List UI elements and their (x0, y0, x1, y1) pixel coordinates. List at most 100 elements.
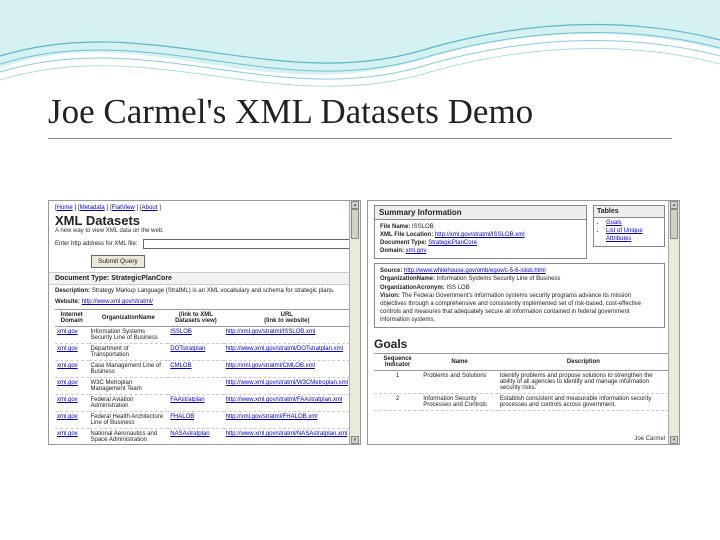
domain-link[interactable]: xml.gov (57, 346, 78, 352)
doc-type-label: Document Type: (380, 240, 427, 246)
table-row: xml.gov Federal Health Architecture Line … (55, 412, 350, 429)
description-label: Description: (55, 288, 90, 294)
name-cell: Information Security Processes and Contr… (421, 394, 498, 411)
url-link[interactable]: http://www.xml.gov/stratml/W3CMetroplan.… (226, 380, 348, 386)
vision-text: The Federal Government's information sys… (380, 293, 641, 323)
source-label: Source: (380, 268, 402, 274)
short-link[interactable]: FAAstratplan (170, 397, 204, 403)
file-loc-label: XML File Location: (380, 232, 433, 238)
seq-cell: 1 (374, 371, 421, 394)
summary-heading: Summary Information (375, 206, 586, 220)
tables-link-attrs[interactable]: List of Unique Attributes (606, 228, 643, 242)
url-link[interactable]: http://www.xml.gov/stratml/NASAstratplan… (226, 431, 348, 437)
seq-cell: 2 (374, 394, 421, 411)
desc-cell: Identify problems and propose solutions … (498, 371, 669, 394)
goals-heading: Goals (368, 331, 679, 353)
tables-box: Tables Goals List of Unique Attributes (593, 205, 665, 247)
scroll-down-icon[interactable]: ▾ (351, 436, 359, 444)
table-row: xml.govInformation Systems Security Line… (55, 327, 350, 344)
scroll-up-icon[interactable]: ▴ (670, 201, 678, 209)
url-link[interactable]: http://xml.gov/stratml/FHALOB.xml (226, 414, 318, 420)
query-label: Enter http address for XML file: (55, 241, 137, 247)
org-cell: Federal Health Architecture Line of Busi… (89, 412, 169, 429)
col-seq: Sequence Indicator (374, 354, 421, 371)
short-link[interactable]: NASAstratplan (170, 431, 209, 437)
org-cell: Case Management Line of Business (89, 361, 169, 378)
scroll-up-icon[interactable]: ▴ (351, 201, 359, 209)
scrollbar-thumb[interactable] (351, 209, 359, 239)
credit-text: Joe Carmel (634, 436, 665, 442)
website-link[interactable]: http://www.xml.gov/stratml/ (82, 299, 153, 305)
org-cell: National Aeronautics and Space Administr… (89, 429, 169, 445)
domain-link[interactable]: xml.gov (57, 431, 78, 437)
table-row: 1Problems and SolutionsIdentify problems… (374, 371, 669, 394)
table-row: xml.gov Case Management Line of BusinessC… (55, 361, 350, 378)
col-url: URL(link to website) (224, 310, 350, 327)
nav-metadata[interactable]: Metadata (80, 205, 105, 211)
website-label: Website: (55, 299, 80, 305)
description-text: Strategy Markup Language (StratML) is an… (92, 288, 335, 294)
doc-type-link[interactable]: StrategicPlanCore (428, 240, 477, 246)
tables-link-goals[interactable]: Goals (606, 220, 622, 226)
xml-datasets-heading: XML Datasets (49, 213, 360, 228)
query-input[interactable] (143, 239, 354, 249)
table-row: xml.gov Federal Aviation AdministrationFA… (55, 395, 350, 412)
table-row: 2Information Security Processes and Cont… (374, 394, 669, 411)
short-link[interactable]: ISSLOB (170, 329, 192, 335)
org-acr: ISS LOB (446, 285, 469, 291)
scrollbar-thumb[interactable] (670, 209, 678, 239)
col-domain: Internet Domain (55, 310, 89, 327)
table-row: xml.gov W3C Metroplan Management Team http… (55, 378, 350, 395)
nav-bar: [Home] [Metadata] [FlatView] [About] (49, 201, 360, 213)
col-desc: Description (498, 354, 669, 371)
nav-about[interactable]: About (142, 205, 158, 211)
col-org: OrganizationName (89, 310, 169, 327)
org-name-label: OrganizationName: (380, 276, 435, 282)
url-link[interactable]: http://xml.gov/stratml/ISSLOB.xml (226, 329, 316, 335)
submit-query-button[interactable]: Submit Query (91, 255, 145, 268)
file-name: ISSLOB (412, 224, 434, 230)
domain-link[interactable]: xml.gov (57, 414, 78, 420)
summary-panel: ▴ ▾ Tables Goals List of Unique Attribut… (367, 200, 680, 445)
table-row: xml.gov Department of TransportationDOTst… (55, 344, 350, 361)
datasets-table: Internet Domain OrganizationName (link t… (55, 309, 350, 445)
detail-body: Source: http://www.whitehouse.gov/omb/eg… (375, 264, 664, 327)
summary-body: File Name: ISSLOB XML File Location: htt… (375, 220, 586, 258)
doc-type-header: Document Type: StrategicPlanCore (49, 272, 360, 285)
org-acr-label: OrganizationAcronym: (380, 285, 445, 291)
domain-link[interactable]: xml.gov (57, 380, 78, 386)
domain-label: Domain: (380, 248, 404, 254)
slide-title: Joe Carmel's XML Datasets Demo (48, 92, 533, 132)
url-link[interactable]: http://www.xml.gov/stratml/FAAstratplan.… (226, 397, 343, 403)
desc-cell: Establish consistent and measurable info… (498, 394, 669, 411)
vision-label: Vision: (380, 293, 400, 299)
source-link[interactable]: http://www.whitehouse.gov/omb/egov/c-5-6… (404, 268, 546, 274)
goals-table: Sequence Indicator Name Description 1Pro… (374, 353, 669, 411)
col-name: Name (421, 354, 498, 371)
short-link[interactable]: FHALOB (170, 414, 194, 420)
title-underline (48, 138, 672, 139)
url-link[interactable]: http://xml.gov/stratml/CMLOB.xml (226, 363, 315, 369)
short-link[interactable]: CMLOB (170, 363, 191, 369)
domain-link[interactable]: xml.gov (406, 248, 427, 254)
file-name-label: File Name: (380, 224, 410, 230)
col-link: (link to XML Datasets view) (168, 310, 223, 327)
org-cell: W3C Metroplan Management Team (89, 378, 169, 395)
table-row: xml.gov National Aeronautics and Space Ad… (55, 429, 350, 445)
file-loc-link[interactable]: http://xml.gov/stratml/ISSLOB.xml (435, 232, 525, 238)
nav-flatview[interactable]: FlatView (112, 205, 135, 211)
domain-link[interactable]: xml.gov (57, 363, 78, 369)
description-line: Description: Strategy Markup Language (S… (49, 285, 360, 296)
short-link[interactable]: DOTstratplan (170, 346, 205, 352)
xml-datasets-panel: ▴ ▾ [Home] [Metadata] [FlatView] [About]… (48, 200, 361, 445)
org-cell: Federal Aviation Administration (89, 395, 169, 412)
url-link[interactable]: http://www.xml.gov/stratml/DOTstratplan.… (226, 346, 343, 352)
website-line: Website: http://www.xml.gov/stratml/ (49, 296, 360, 307)
domain-link[interactable]: xml.gov (57, 329, 78, 335)
screenshot-panels: ▴ ▾ [Home] [Metadata] [FlatView] [About]… (48, 200, 680, 445)
domain-link[interactable]: xml.gov (57, 397, 78, 403)
nav-home[interactable]: Home (57, 205, 73, 211)
xml-datasets-subheading: A new way to view XML data on the web. (49, 228, 360, 237)
org-cell: Department of Transportation (89, 344, 169, 361)
scroll-down-icon[interactable]: ▾ (670, 436, 678, 444)
